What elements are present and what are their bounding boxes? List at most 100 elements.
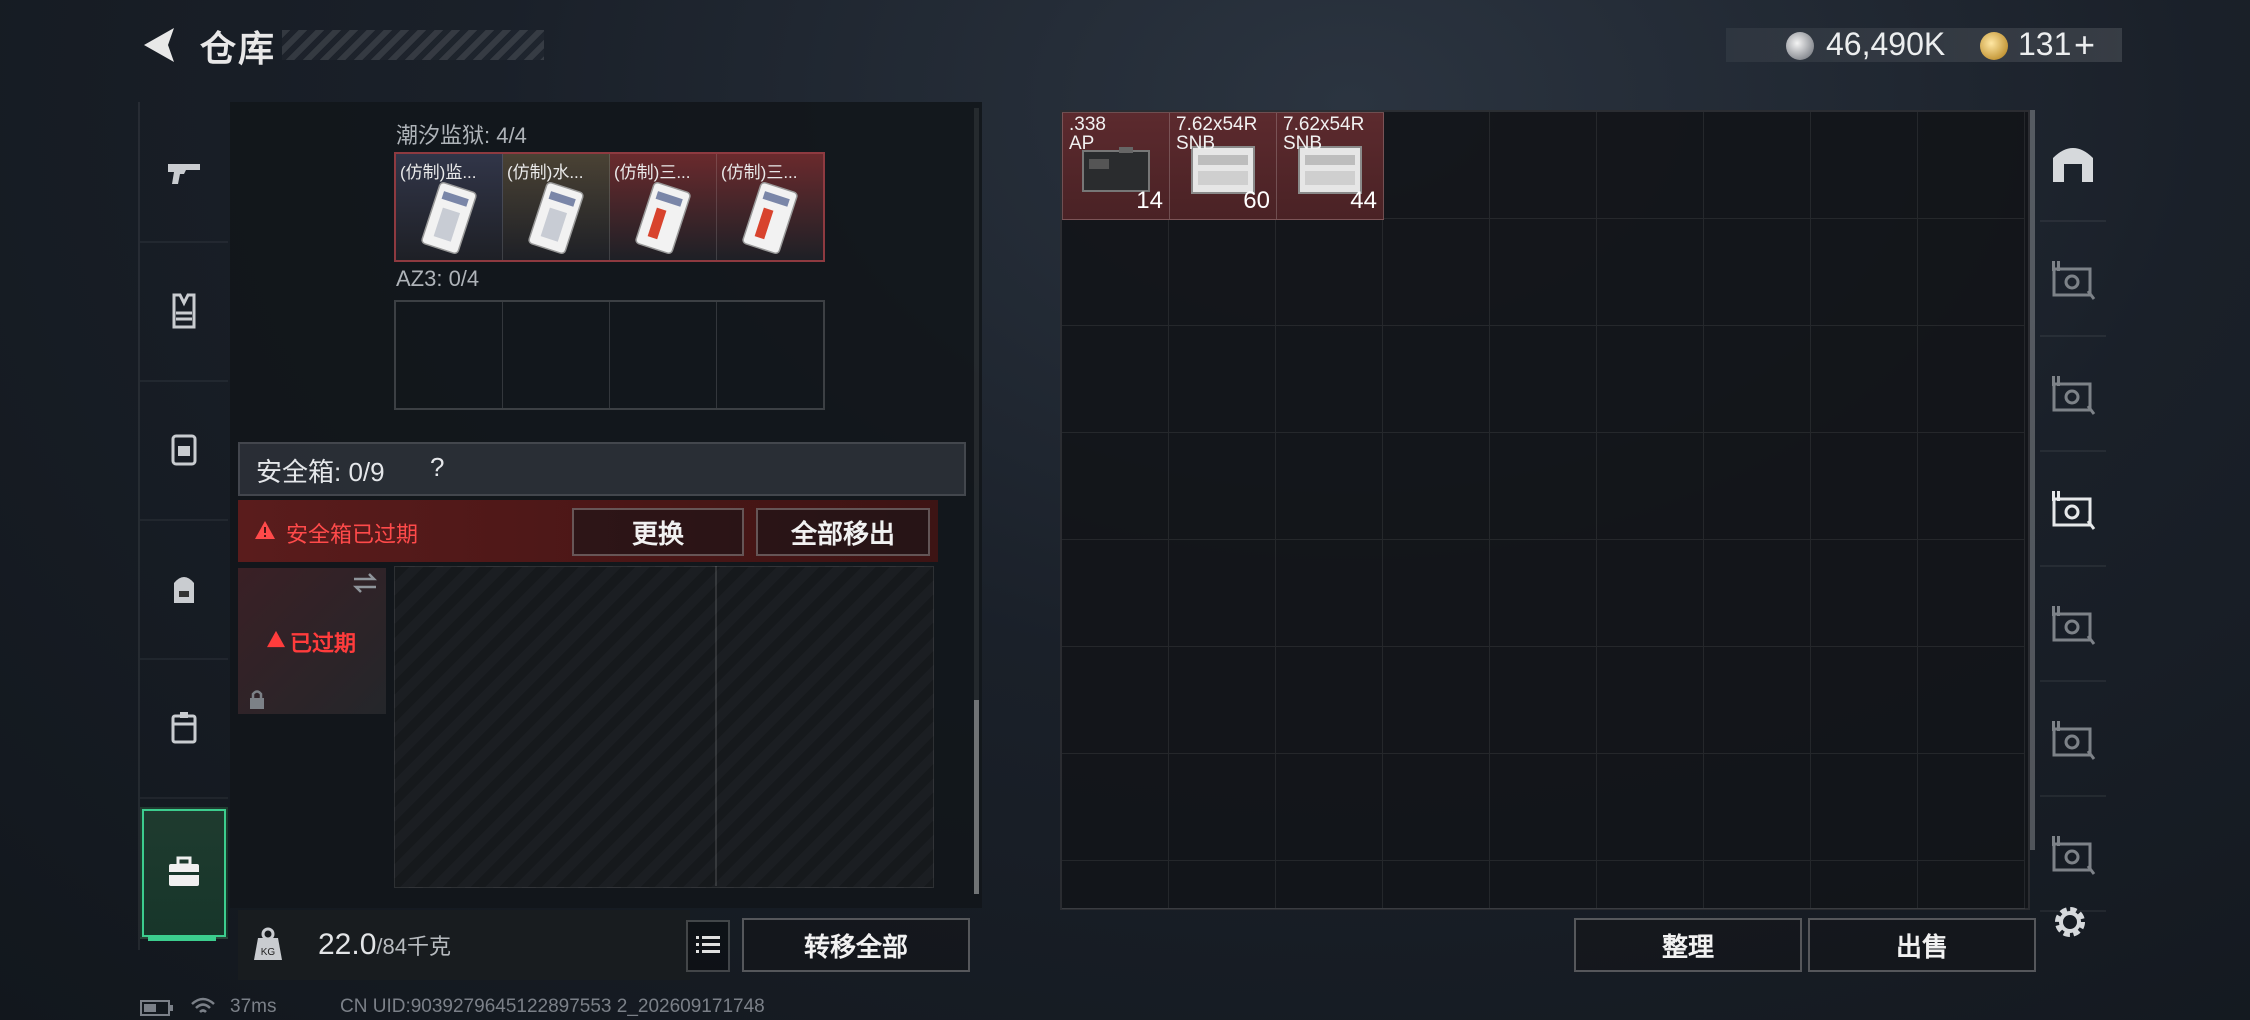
help-icon[interactable]: ? xyxy=(430,452,444,483)
stash-cell[interactable] xyxy=(1383,219,1490,326)
stash-cell[interactable] xyxy=(1383,433,1490,540)
stash-cell[interactable] xyxy=(1169,647,1276,754)
az3-slot[interactable] xyxy=(610,302,717,408)
stash-tab-case-iv-2[interactable] xyxy=(2040,340,2106,452)
stash-cell[interactable] xyxy=(1062,433,1169,540)
stash-cell[interactable] xyxy=(1383,861,1490,909)
stash-cell[interactable] xyxy=(1811,540,1918,647)
stash-cell[interactable] xyxy=(1597,647,1704,754)
stash-cell[interactable] xyxy=(1811,219,1918,326)
stash-cell[interactable] xyxy=(1597,219,1704,326)
back-arrow-icon[interactable] xyxy=(138,24,180,66)
stash-cell[interactable] xyxy=(1918,540,2025,647)
stash-cell[interactable] xyxy=(1383,326,1490,433)
stash-cell[interactable] xyxy=(1704,861,1811,909)
stash-tab-case-iv-4[interactable] xyxy=(2040,685,2106,797)
stash-cell[interactable] xyxy=(1276,647,1383,754)
stash-cell[interactable] xyxy=(1490,219,1597,326)
stash-cell[interactable] xyxy=(1276,433,1383,540)
stash-cell[interactable] xyxy=(1597,861,1704,909)
stash-cell[interactable] xyxy=(1811,433,1918,540)
stash-tab-case-ii[interactable] xyxy=(2040,570,2106,682)
sidebar-item-armor[interactable] xyxy=(140,241,228,382)
stash-cell[interactable] xyxy=(1062,326,1169,433)
stash-cell[interactable] xyxy=(1169,540,1276,647)
tide-prison-slot[interactable]: (仿制)监... xyxy=(396,154,503,260)
stash-cell[interactable] xyxy=(1276,861,1383,909)
stash-cell[interactable] xyxy=(1704,647,1811,754)
stash-cell[interactable] xyxy=(1597,326,1704,433)
stash-cell[interactable] xyxy=(1169,754,1276,861)
stash-cell[interactable] xyxy=(1597,540,1704,647)
stash-cell[interactable] xyxy=(1383,540,1490,647)
stash-cell[interactable] xyxy=(1169,861,1276,909)
stash-cell[interactable] xyxy=(1704,433,1811,540)
stash-cell[interactable] xyxy=(1276,219,1383,326)
stash-cell[interactable] xyxy=(1383,754,1490,861)
stash-cell[interactable] xyxy=(1490,433,1597,540)
ammo-item[interactable]: .338 AP 14 xyxy=(1062,112,1170,220)
stash-cell[interactable] xyxy=(1811,861,1918,909)
stash-cell[interactable] xyxy=(1169,219,1276,326)
stash-cell[interactable] xyxy=(1062,754,1169,861)
stash-cell[interactable] xyxy=(1811,647,1918,754)
sidebar-item-weapons[interactable] xyxy=(140,102,228,243)
stash-cell[interactable] xyxy=(1811,754,1918,861)
stash-tab-stash-home[interactable] xyxy=(2040,110,2106,222)
ammo-item[interactable]: 7.62x54R SNB 44 xyxy=(1276,112,1384,220)
stash-scrollbar[interactable] xyxy=(2030,110,2035,850)
tide-prison-slot[interactable]: (仿制)三... xyxy=(610,154,717,260)
tide-prison-slot[interactable]: (仿制)水... xyxy=(503,154,610,260)
stash-tab-case-iv-5[interactable] xyxy=(2040,800,2106,912)
stash-cell[interactable] xyxy=(1811,326,1918,433)
az3-slot[interactable] xyxy=(396,302,503,408)
stash-cell[interactable] xyxy=(1383,112,1490,219)
stash-cell[interactable] xyxy=(1169,433,1276,540)
stash-cell[interactable] xyxy=(1918,112,2025,219)
ammo-item[interactable]: 7.62x54R SNB 60 xyxy=(1169,112,1277,220)
stash-cell[interactable] xyxy=(1597,754,1704,861)
sell-button[interactable]: 出售 xyxy=(1808,918,2036,972)
stash-cell[interactable] xyxy=(1062,219,1169,326)
swap-icon[interactable] xyxy=(352,572,378,594)
transfer-all-button[interactable]: 转移全部 xyxy=(742,918,970,972)
stash-cell[interactable] xyxy=(1062,540,1169,647)
stash-cell[interactable] xyxy=(1490,112,1597,219)
stash-cell[interactable] xyxy=(1276,540,1383,647)
sidebar-item-pouch[interactable] xyxy=(140,658,228,799)
sidebar-item-secure-case[interactable] xyxy=(140,807,228,939)
stash-cell[interactable] xyxy=(1597,112,1704,219)
stash-cell[interactable] xyxy=(1918,861,2025,909)
stash-cell[interactable] xyxy=(1062,647,1169,754)
stash-cell[interactable] xyxy=(1490,540,1597,647)
stash-cell[interactable] xyxy=(1276,754,1383,861)
stash-cell[interactable] xyxy=(1918,647,2025,754)
stash-cell[interactable] xyxy=(1704,754,1811,861)
stash-cell[interactable] xyxy=(1704,326,1811,433)
stash-tab-case-iv-3[interactable] xyxy=(2040,455,2106,567)
add-currency-button[interactable]: + xyxy=(2074,24,2095,66)
move-all-out-button[interactable]: 全部移出 xyxy=(756,508,930,556)
az3-slot[interactable] xyxy=(717,302,823,408)
secure-case-grid[interactable] xyxy=(394,566,934,888)
sort-button[interactable]: 整理 xyxy=(1574,918,1802,972)
stash-cell[interactable] xyxy=(1918,326,2025,433)
sidebar-item-backpack[interactable] xyxy=(140,519,228,660)
replace-button[interactable]: 更换 xyxy=(572,508,744,556)
list-view-button[interactable] xyxy=(686,920,730,972)
stash-cell[interactable] xyxy=(1811,112,1918,219)
stash-cell[interactable] xyxy=(1062,861,1169,909)
stash-cell[interactable] xyxy=(1597,433,1704,540)
stash-cell[interactable] xyxy=(1490,326,1597,433)
sidebar-item-chest-rig[interactable] xyxy=(140,380,228,521)
stash-cell[interactable] xyxy=(1704,540,1811,647)
gear-icon[interactable] xyxy=(2048,900,2092,944)
stash-cell[interactable] xyxy=(1704,219,1811,326)
stash-cell[interactable] xyxy=(1918,433,2025,540)
stash-cell[interactable] xyxy=(1276,326,1383,433)
tide-prison-slot[interactable]: (仿制)三... xyxy=(717,154,823,260)
stash-cell[interactable] xyxy=(1383,647,1490,754)
stash-cell[interactable] xyxy=(1490,647,1597,754)
az3-slot[interactable] xyxy=(503,302,610,408)
stash-cell[interactable] xyxy=(1918,754,2025,861)
